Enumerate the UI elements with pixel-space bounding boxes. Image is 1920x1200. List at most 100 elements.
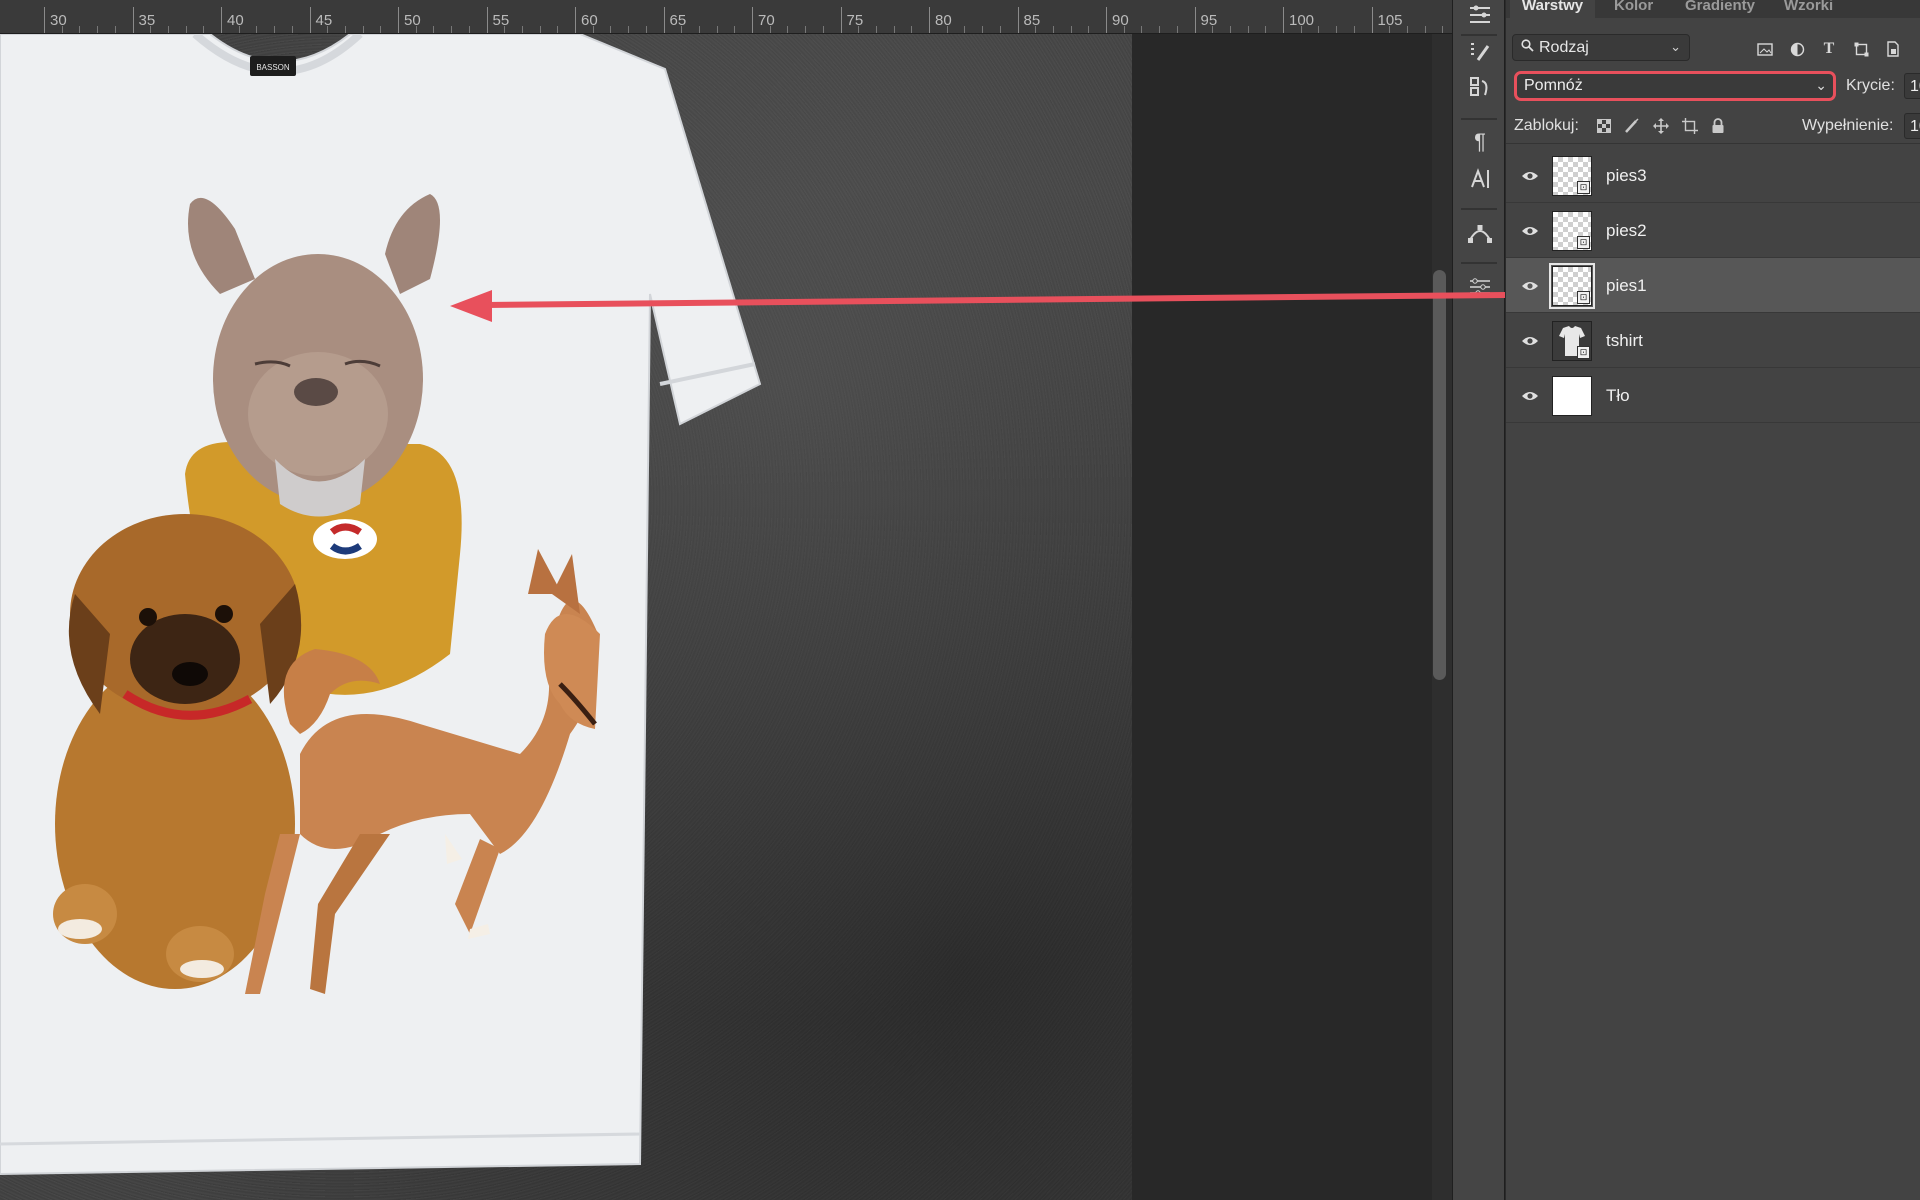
ruler-minor-tick (787, 26, 789, 33)
ruler-minor-tick (79, 26, 81, 33)
layer-name[interactable]: tshirt (1606, 331, 1643, 351)
ruler-minor-tick (185, 26, 187, 33)
smart-object-filter-icon[interactable] (1882, 38, 1904, 60)
ruler-minor-tick (858, 26, 860, 33)
opacity-field[interactable]: 100% (1904, 73, 1920, 99)
smart-object-icon: ⊡ (1577, 236, 1590, 249)
ruler-tick-label: 55 (492, 12, 510, 29)
ruler-minor-tick (238, 26, 240, 33)
layer-row-tshirt[interactable]: ⊡ tshirt (1506, 313, 1920, 368)
properties-icon[interactable] (1465, 0, 1495, 30)
adjustments-icon[interactable] (1465, 272, 1495, 302)
ruler-tick-label: 50 (404, 12, 421, 29)
ruler-minor-tick (1141, 26, 1143, 33)
ruler-minor-tick (1336, 26, 1338, 33)
lock-all-icon[interactable] (1708, 116, 1728, 136)
ruler-major-tick (486, 7, 488, 33)
ruler-minor-tick (1353, 26, 1355, 33)
layer-thumbnail: ⊡ (1549, 263, 1595, 309)
type-filter-icon[interactable]: T (1818, 38, 1840, 60)
ruler-minor-tick (1070, 26, 1072, 33)
layer-row-pies1[interactable]: ⊡ pies1 (1506, 258, 1920, 313)
opacity-label: Krycie: (1846, 77, 1895, 94)
panel-tool-strip: ¶ (1452, 0, 1505, 1200)
ruler-minor-tick (451, 26, 453, 33)
ruler-major-tick (1371, 7, 1373, 33)
eye-icon[interactable] (1520, 166, 1540, 186)
horizontal-ruler: 30 35 40 45 50 55 60 65 70 75 80 85 90 95 100 105 (0, 0, 1452, 34)
lock-image-pixels-icon[interactable] (1622, 116, 1642, 136)
layer-name[interactable]: pies2 (1606, 221, 1647, 241)
document-canvas[interactable]: BASSON (0, 34, 1132, 1200)
lock-transparent-pixels-icon[interactable] (1594, 116, 1614, 136)
ruler-tick-label: 60 (581, 12, 598, 29)
tab-gradients[interactable]: Gradienty (1673, 0, 1767, 18)
ruler-minor-tick (327, 26, 329, 33)
ruler-minor-tick (1088, 26, 1090, 33)
image-filter-icon[interactable] (1754, 38, 1776, 60)
clone-source-icon[interactable] (1465, 72, 1495, 102)
ruler-major-tick (1194, 7, 1196, 33)
character-icon[interactable] (1465, 164, 1495, 194)
ruler-minor-tick (61, 26, 63, 33)
ruler-minor-tick (1052, 26, 1054, 33)
ruler-minor-tick (1176, 26, 1178, 33)
canvas-area[interactable]: 30 35 40 45 50 55 60 65 70 75 80 85 90 95 100 105 BASSO… (0, 0, 1452, 1200)
layer-row-pies3[interactable]: ⊡ pies3 (1506, 148, 1920, 203)
ruler-minor-tick (557, 26, 559, 33)
eye-icon[interactable] (1520, 386, 1540, 406)
layer-name[interactable]: pies1 (1606, 276, 1647, 296)
ruler-minor-tick (504, 26, 506, 33)
layer-name[interactable]: pies3 (1606, 166, 1647, 186)
ruler-major-tick (663, 7, 665, 33)
ruler-minor-tick (344, 26, 346, 33)
ruler-minor-tick (610, 26, 612, 33)
filter-kind-select[interactable]: Rodzaj ⌄ (1512, 34, 1690, 61)
lock-position-icon[interactable] (1651, 116, 1671, 136)
search-icon (1521, 38, 1534, 57)
eye-icon[interactable] (1520, 221, 1540, 241)
ruler-tick-label: 35 (138, 12, 156, 29)
fill-field[interactable]: 100% (1904, 113, 1920, 139)
adjustment-filter-icon[interactable] (1786, 38, 1808, 60)
ruler-minor-tick (734, 26, 736, 33)
ruler-major-tick (309, 7, 311, 33)
shape-filter-icon[interactable] (1850, 38, 1872, 60)
layer-row-background[interactable]: Tło (1506, 368, 1920, 423)
panel-tabs: Warstwy Kolor Gradienty Wzorki (1506, 0, 1920, 18)
tab-color[interactable]: Kolor (1602, 0, 1665, 18)
ruler-major-tick (929, 7, 930, 33)
blend-row: Pomnóż ⌄ Krycie: 100% (1506, 66, 1920, 106)
lock-artboard-icon[interactable] (1680, 116, 1700, 136)
ruler-tick-label: 65 (669, 12, 687, 29)
ruler-minor-tick (291, 26, 293, 33)
ruler-minor-tick (999, 26, 1001, 33)
ruler-minor-tick (628, 26, 630, 33)
ruler-minor-tick (203, 26, 205, 33)
layers-panel: Warstwy Kolor Gradienty Wzorki Rodzaj ⌄ … (1506, 0, 1920, 1200)
layer-row-pies2[interactable]: ⊡ pies2 (1506, 203, 1920, 258)
ruler-minor-tick (1424, 26, 1426, 33)
tab-layers[interactable]: Warstwy (1510, 0, 1596, 18)
eye-icon[interactable] (1520, 331, 1540, 351)
tab-patterns[interactable]: Wzorki (1772, 0, 1845, 18)
ruler-major-tick (132, 7, 134, 33)
layer-name[interactable]: Tło (1606, 386, 1630, 406)
paragraph-icon[interactable]: ¶ (1465, 127, 1495, 157)
smart-object-icon: ⊡ (1577, 291, 1590, 304)
ruler-minor-tick (1247, 26, 1249, 33)
ruler-major-tick (44, 7, 45, 33)
ruler-tick-label: 70 (758, 12, 775, 29)
lock-label: Zablokuj: (1514, 117, 1579, 134)
paths-icon[interactable] (1465, 218, 1495, 248)
chevron-down-icon: ⌄ (1815, 77, 1827, 93)
ruler-minor-tick (1035, 26, 1037, 33)
ruler-minor-tick (805, 26, 807, 33)
vertical-scrollbar-thumb[interactable] (1433, 270, 1446, 680)
ruler-tick-label: 30 (50, 12, 67, 29)
layer-list: ⊡ pies3 ⊡ pies2 ⊡ pies1 ⊡ tshirt Tło (1506, 148, 1920, 423)
eye-icon[interactable] (1520, 276, 1540, 296)
lock-row: Zablokuj: Wypełnienie: 100% (1506, 108, 1920, 144)
blend-mode-select[interactable]: Pomnóż ⌄ (1514, 71, 1836, 101)
brush-settings-icon[interactable] (1465, 37, 1495, 67)
